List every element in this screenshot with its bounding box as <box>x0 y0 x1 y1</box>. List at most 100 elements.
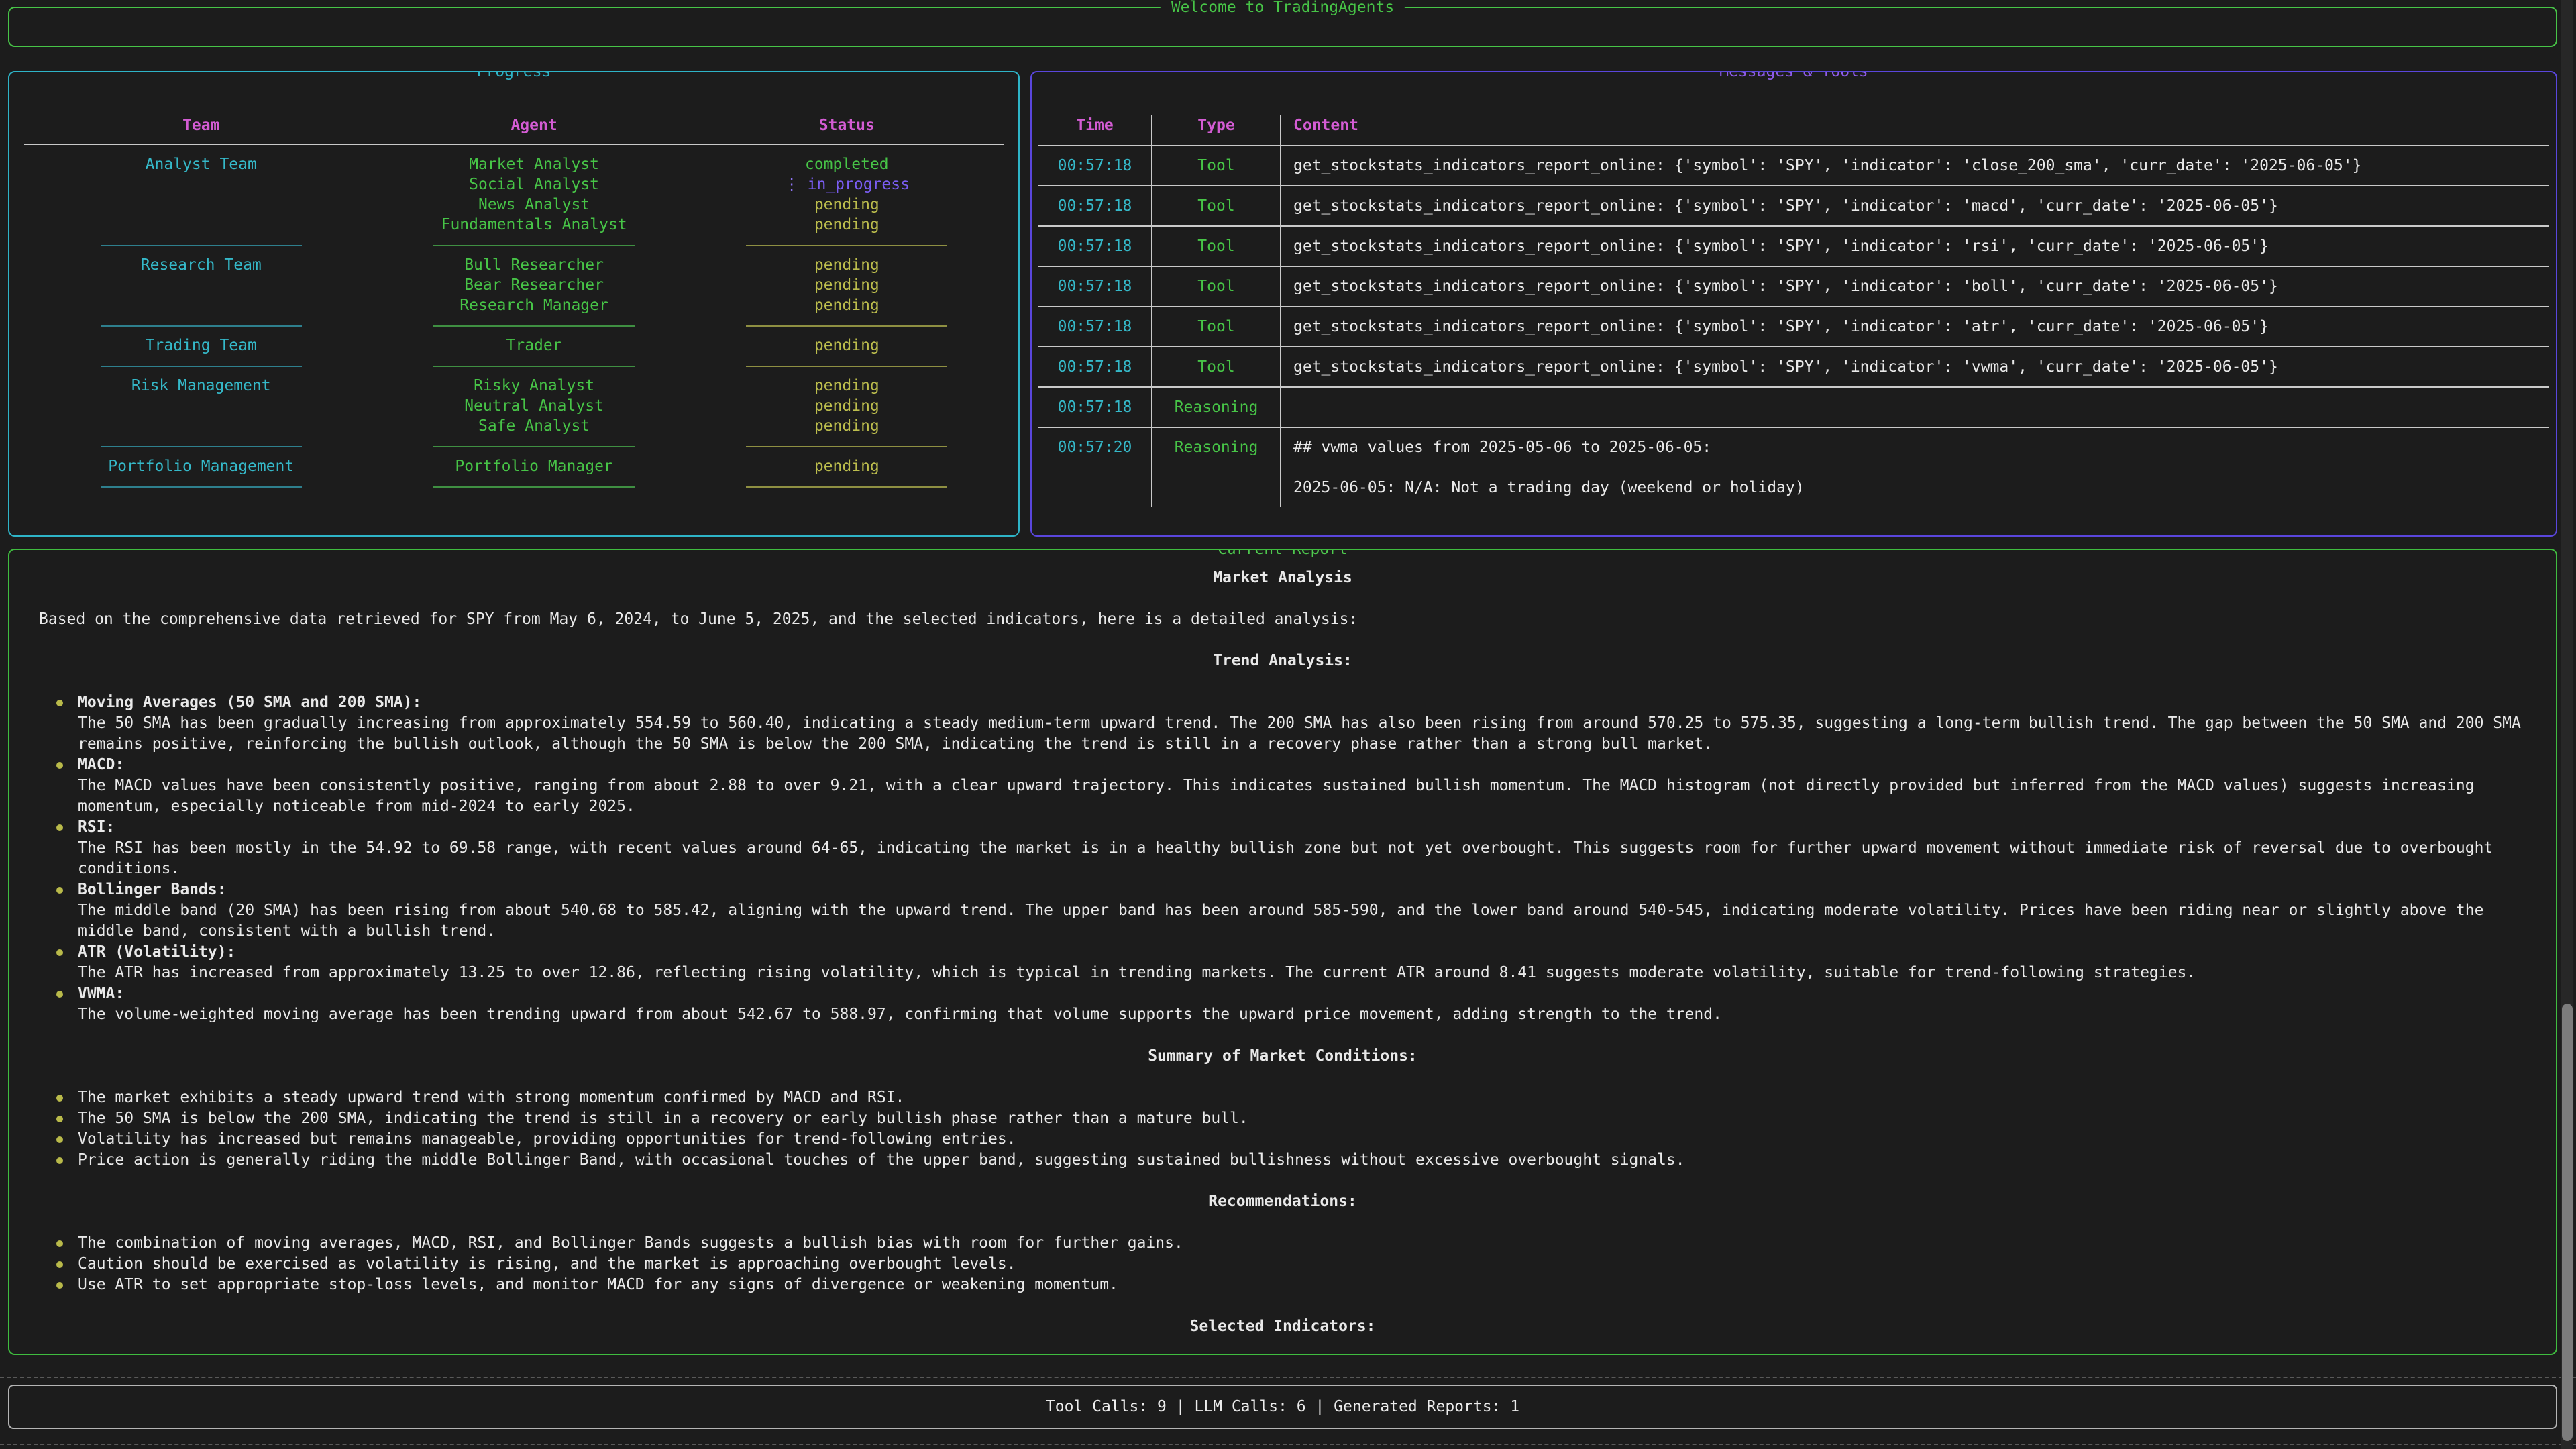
messages-table-header: Time Type Content <box>1038 115 2549 146</box>
message-type: Tool <box>1152 146 1281 185</box>
report-heading: Market Analysis <box>39 568 2526 588</box>
section-heading-selected-indicators: Selected Indicators: <box>39 1316 2526 1337</box>
message-type: Tool <box>1152 227 1281 266</box>
bullet-icon <box>55 942 78 983</box>
team-label: Risk Management <box>9 376 393 396</box>
section-heading-trend: Trend Analysis: <box>39 651 2526 672</box>
team-label: Portfolio Management <box>9 456 393 476</box>
report-body: Market Analysis Based on the comprehensi… <box>9 550 2556 1337</box>
list-item: Use ATR to set appropriate stop-loss lev… <box>39 1275 2526 1295</box>
agent-label: Research Manager <box>393 295 676 315</box>
welcome-title: Welcome to TradingAgents <box>1161 0 1405 17</box>
bullet-icon <box>55 1275 78 1295</box>
progress-row: Research Manager pending <box>9 295 1018 315</box>
summary-bullet-list: The market exhibits a steady upward tren… <box>39 1087 2526 1171</box>
message-content: get_stockstats_indicators_report_online:… <box>1281 186 2549 225</box>
scrollbar-thumb[interactable] <box>2562 1004 2573 1441</box>
bullet-icon <box>55 879 78 942</box>
status-completed: completed <box>676 154 1018 174</box>
report-panel-title: Current Report <box>1207 549 1358 559</box>
list-item: Moving Averages (50 SMA and 200 SMA):The… <box>39 692 2526 755</box>
message-type: Tool <box>1152 186 1281 225</box>
bullet-icon <box>55 1254 78 1275</box>
agent-label: Bear Researcher <box>393 275 676 295</box>
list-item: The combination of moving averages, MACD… <box>39 1233 2526 1254</box>
group-separator <box>9 315 1018 335</box>
messages-tools-panel: Messages & Tools Time Type Content 00:57… <box>1030 71 2557 537</box>
progress-row: Analyst Team Market Analyst completed <box>9 154 1018 174</box>
message-content: get_stockstats_indicators_report_online:… <box>1281 347 2549 386</box>
messages-panel-title: Messages & Tools <box>1709 71 1879 82</box>
team-label: Trading Team <box>9 335 393 356</box>
message-row: 00:57:18 Tool get_stockstats_indicators_… <box>1038 227 2549 267</box>
team-label: Analyst Team <box>9 154 393 174</box>
group-separator <box>9 235 1018 255</box>
list-item: RSI:The RSI has been mostly in the 54.92… <box>39 817 2526 879</box>
column-header-team: Team <box>9 115 393 136</box>
list-item: The 50 SMA is below the 200 SMA, indicat… <box>39 1108 2526 1129</box>
bullet-icon <box>55 1150 78 1171</box>
status-pending: pending <box>676 195 1018 215</box>
message-time: 00:57:18 <box>1038 146 1152 185</box>
report-intro: Based on the comprehensive data retrieve… <box>39 609 2526 630</box>
progress-row: Risk Management Risky Analyst pending <box>9 376 1018 396</box>
agent-label: Bull Researcher <box>393 255 676 275</box>
progress-row: Neutral Analyst pending <box>9 396 1018 416</box>
message-row: 00:57:18 Tool get_stockstats_indicators_… <box>1038 347 2549 388</box>
status-pending: pending <box>676 295 1018 315</box>
message-type: Tool <box>1152 267 1281 306</box>
bullet-icon <box>55 1087 78 1108</box>
progress-row: Bear Researcher pending <box>9 275 1018 295</box>
progress-table-header: Team Agent Status <box>9 115 1018 136</box>
bullet-icon <box>55 983 78 1025</box>
column-header-agent: Agent <box>393 115 676 136</box>
bullet-icon <box>55 1108 78 1129</box>
progress-row: Portfolio Management Portfolio Manager p… <box>9 456 1018 476</box>
bullet-icon <box>55 692 78 755</box>
message-row: 00:57:18 Tool get_stockstats_indicators_… <box>1038 146 2549 186</box>
status-pending: pending <box>676 335 1018 356</box>
vertical-scrollbar[interactable] <box>2561 0 2573 1449</box>
bullet-icon <box>55 755 78 817</box>
message-row: 00:57:18 Reasoning <box>1038 388 2549 428</box>
progress-row: Fundamentals Analyst pending <box>9 215 1018 235</box>
message-type: Tool <box>1152 347 1281 386</box>
agent-label: Neutral Analyst <box>393 396 676 416</box>
spinner-icon: ⋮ <box>784 176 800 193</box>
message-time: 00:57:18 <box>1038 307 1152 346</box>
progress-row: News Analyst pending <box>9 195 1018 215</box>
recommendations-bullet-list: The combination of moving averages, MACD… <box>39 1233 2526 1295</box>
progress-row: Social Analyst ⋮in_progress <box>9 174 1018 195</box>
status-pending: pending <box>676 275 1018 295</box>
status-pending: pending <box>676 456 1018 476</box>
list-item: ATR (Volatility):The ATR has increased f… <box>39 942 2526 983</box>
agent-label: Safe Analyst <box>393 416 676 436</box>
list-item: MACD:The MACD values have been consisten… <box>39 755 2526 817</box>
column-header-status: Status <box>676 115 1018 136</box>
list-item: VWMA:The volume-weighted moving average … <box>39 983 2526 1025</box>
message-row: 00:57:18 Tool get_stockstats_indicators_… <box>1038 186 2549 227</box>
column-header-time: Time <box>1038 115 1152 145</box>
progress-row: Safe Analyst pending <box>9 416 1018 436</box>
group-separator <box>9 476 1018 496</box>
message-type: Reasoning <box>1152 428 1281 507</box>
divider-line <box>0 1377 2576 1378</box>
message-time: 00:57:18 <box>1038 227 1152 266</box>
column-header-type: Type <box>1152 115 1281 145</box>
status-pending: pending <box>676 416 1018 436</box>
message-type: Reasoning <box>1152 388 1281 427</box>
agent-label: News Analyst <box>393 195 676 215</box>
column-header-content: Content <box>1281 115 2549 145</box>
status-in-progress: ⋮in_progress <box>676 174 1018 195</box>
bullet-icon <box>55 1129 78 1150</box>
message-row: 00:57:20 Reasoning ## vwma values from 2… <box>1038 428 2549 507</box>
progress-row: Trading Team Trader pending <box>9 335 1018 356</box>
message-content: get_stockstats_indicators_report_online:… <box>1281 227 2549 266</box>
message-content: get_stockstats_indicators_report_online:… <box>1281 267 2549 306</box>
list-item: Volatility has increased but remains man… <box>39 1129 2526 1150</box>
agent-label: Fundamentals Analyst <box>393 215 676 235</box>
message-content: get_stockstats_indicators_report_online:… <box>1281 146 2549 185</box>
agent-label: Market Analyst <box>393 154 676 174</box>
message-row: 00:57:18 Tool get_stockstats_indicators_… <box>1038 267 2549 307</box>
progress-panel: Progress Team Agent Status Analyst Team … <box>8 71 1020 537</box>
